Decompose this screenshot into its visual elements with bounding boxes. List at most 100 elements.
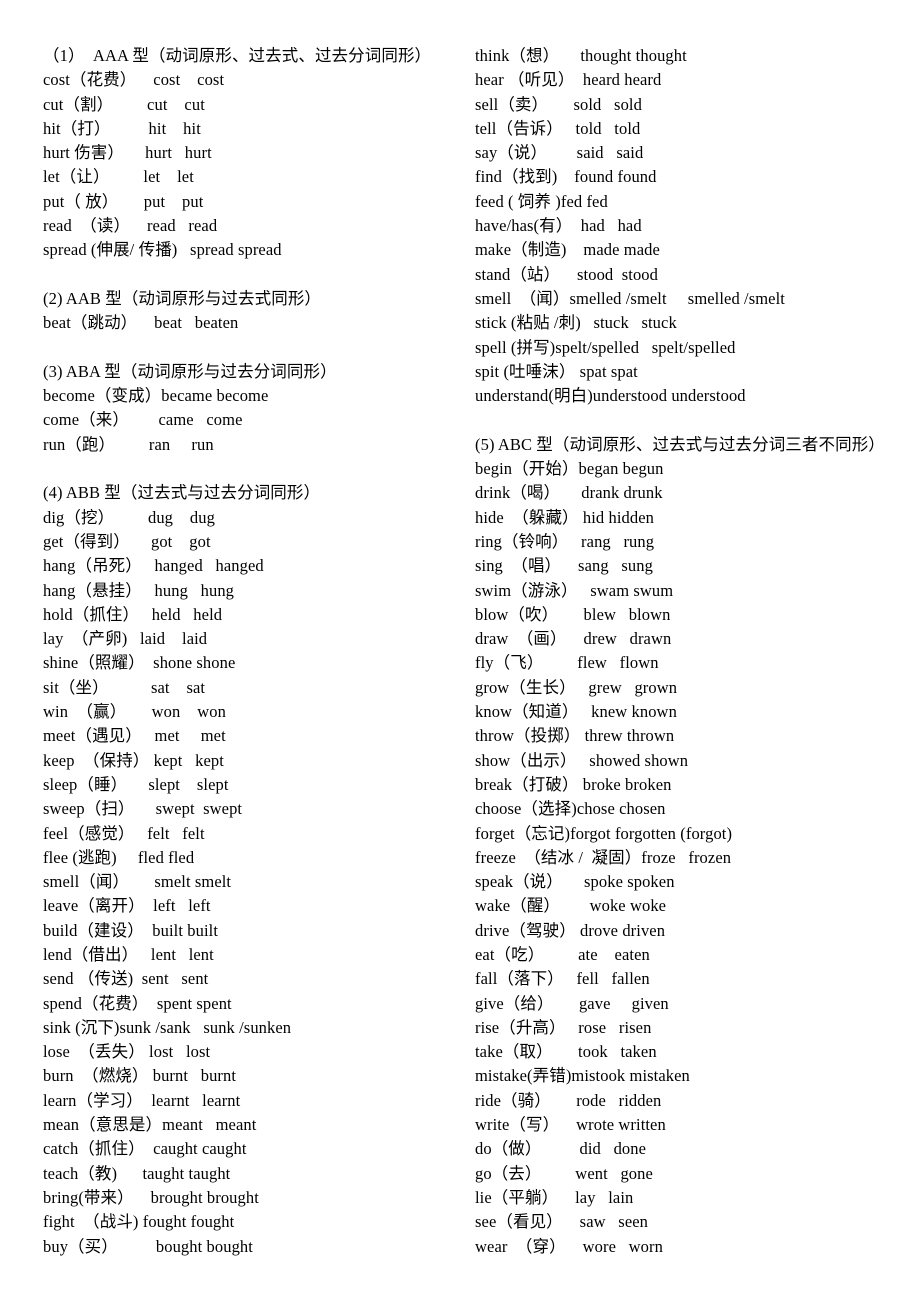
verb-row: mistake(弄错)mistook mistaken [475,1066,690,1086]
verb-row: wear （穿） wore worn [475,1236,663,1256]
verb-row: break（打破） broke broken [475,774,672,794]
verb-row: swim（游泳） swam swum [475,580,674,600]
verb-row: go（去） went gone [475,1163,653,1183]
verb-row: sweep（扫） swept swept [43,799,243,819]
verb-row: begin（开始）began begun [475,459,664,479]
right-column: think（想） thought thought hear （听见） heard … [475,44,915,1259]
verb-row: mean（意思是）meant meant [43,1115,257,1135]
verb-row: do（做） did done [475,1139,647,1159]
verb-row: dig（挖） dug dug [43,507,215,527]
verb-row: get（得到） got got [43,531,211,551]
verb-row: meet（遇见） met met [43,726,226,746]
verb-row: find（找到) found found [475,167,657,187]
verb-row: hang（吊死） hanged hanged [43,556,264,576]
verb-row: cut（割） cut cut [43,94,205,114]
verb-row: choose（选择)chose chosen [475,799,666,819]
verb-row: sleep（睡） slept slept [43,774,229,794]
verb-row: stand（站） stood stood [475,264,658,284]
verb-row: smell （闻）smelled /smelt smelled /smelt [475,288,785,308]
verb-row: win （赢） won won [43,702,226,722]
verb-row: feel（感觉） felt felt [43,823,205,843]
verb-row: catch（抓住） caught caught [43,1139,247,1159]
verb-row: put（ 放） put put [43,191,204,211]
verb-row: keep （保持） kept kept [43,750,224,770]
verb-row: hear （听见） heard heard [475,70,662,90]
verb-row: beat（跳动） beat beaten [43,313,239,333]
verb-row: smell（闻） smelt smelt [43,872,232,892]
verb-row: speak（说） spoke spoken [475,872,675,892]
verb-row: rise（升高） rose risen [475,1017,652,1037]
section-heading: (2) AAB 型（动词原形与过去式同形） [43,288,322,308]
verb-row: make（制造) made made [475,240,660,260]
verb-row: sink (沉下)sunk /sank sunk /sunken [43,1017,292,1037]
verb-row: become（变成）became become [43,386,269,406]
verb-row: sell（卖） sold sold [475,94,642,114]
verb-row: drink（喝） drank drunk [475,483,663,503]
verb-row: fly（飞） flew flown [475,653,659,673]
verb-row: take（取） took taken [475,1042,657,1062]
verb-row: feed ( 饲养 )fed fed [475,191,608,211]
verb-row: spread (伸展/ 传播) spread spread [43,240,282,260]
verb-row: lay （产卵) laid laid [43,629,208,649]
verb-row: give（给） gave given [475,993,669,1013]
verb-row: shine（照耀） shone shone [43,653,236,673]
verb-row: write（写） wrote written [475,1115,666,1135]
section-heading: (3) ABA 型（动词原形与过去分词同形） [43,361,337,381]
verb-row: tell（告诉） told told [475,118,641,138]
verb-row: hang（悬挂） hung hung [43,580,235,600]
left-column: （1） AAA 型（动词原形、过去式、过去分词同形） cost（花费） cost … [43,44,463,1259]
verb-row: blow（吹） blew blown [475,604,671,624]
verb-row: ring（铃响） rang rung [475,531,655,551]
verb-row: sit（坐） sat sat [43,677,206,697]
verb-row: say（说） said said [475,143,644,163]
verb-row: lose （丢失） lost lost [43,1042,211,1062]
verb-row: hurt 伤害） hurt hurt [43,143,212,163]
verb-row: run（跑） ran run [43,434,214,454]
verb-row: stick (粘贴 /刺) stuck stuck [475,313,677,333]
verb-row: cost（花费） cost cost [43,70,225,90]
verb-row: let（让） let let [43,167,194,187]
verb-row: come（来） came come [43,410,243,430]
verb-row: hold（抓住） held held [43,604,223,624]
section-heading: (4) ABB 型（过去式与过去分词同形） [43,483,321,503]
verb-row: send （传送) sent sent [43,969,209,989]
verb-row: spend（花费） spent spent [43,993,232,1013]
verb-row: buy（买） bought bought [43,1236,253,1256]
verb-row: burn （燃烧） burnt burnt [43,1066,237,1086]
verb-row: fall（落下） fell fallen [475,969,650,989]
document-page: （1） AAA 型（动词原形、过去式、过去分词同形） cost（花费） cost … [0,0,920,1302]
verb-row: ride（骑） rode ridden [475,1090,662,1110]
section-heading: （1） AAA 型（动词原形、过去式、过去分词同形） [43,46,432,65]
verb-row: eat（吃） ate eaten [475,944,650,964]
verb-row: throw（投掷） threw thrown [475,726,675,746]
verb-row: sing （唱） sang sung [475,556,653,576]
verb-row: bring(带来） brought brought [43,1187,259,1207]
verb-row: lend（借出） lent lent [43,944,214,964]
verb-row: draw （画） drew drawn [475,629,672,649]
verb-row: hide （躲藏） hid hidden [475,507,654,527]
verb-row: have/has(有） had had [475,216,642,236]
verb-row: spit (吐唾沫） spat spat [475,361,638,381]
verb-row: read （读） read read [43,216,218,236]
verb-row: teach（教) taught taught [43,1163,231,1183]
verb-row: hit（打） hit hit [43,118,201,138]
verb-row: understand(明白)understood understood [475,386,746,406]
verb-row: spell (拼写)spelt/spelled spelt/spelled [475,337,736,357]
verb-row: know（知道） knew known [475,702,677,722]
verb-row: wake（醒） woke woke [475,896,667,916]
section-heading: (5) ABC 型（动词原形、过去式与过去分词三者不同形） [475,434,885,454]
verb-row: forget（忘记)forgot forgotten (forgot) [475,823,733,843]
verb-row: drive（驾驶） drove driven [475,920,666,940]
verb-row: learn（学习） learnt learnt [43,1090,241,1110]
verb-row: flee (逃跑) fled fled [43,847,195,867]
verb-row: grow（生长） grew grown [475,677,678,697]
verb-row: lie（平躺） lay lain [475,1187,634,1207]
verb-row: build（建设） built built [43,920,218,940]
verb-row: leave（离开） left left [43,896,211,916]
verb-row: freeze （结冰 / 凝固）froze frozen [475,847,732,867]
verb-row: see（看见） saw seen [475,1212,649,1232]
